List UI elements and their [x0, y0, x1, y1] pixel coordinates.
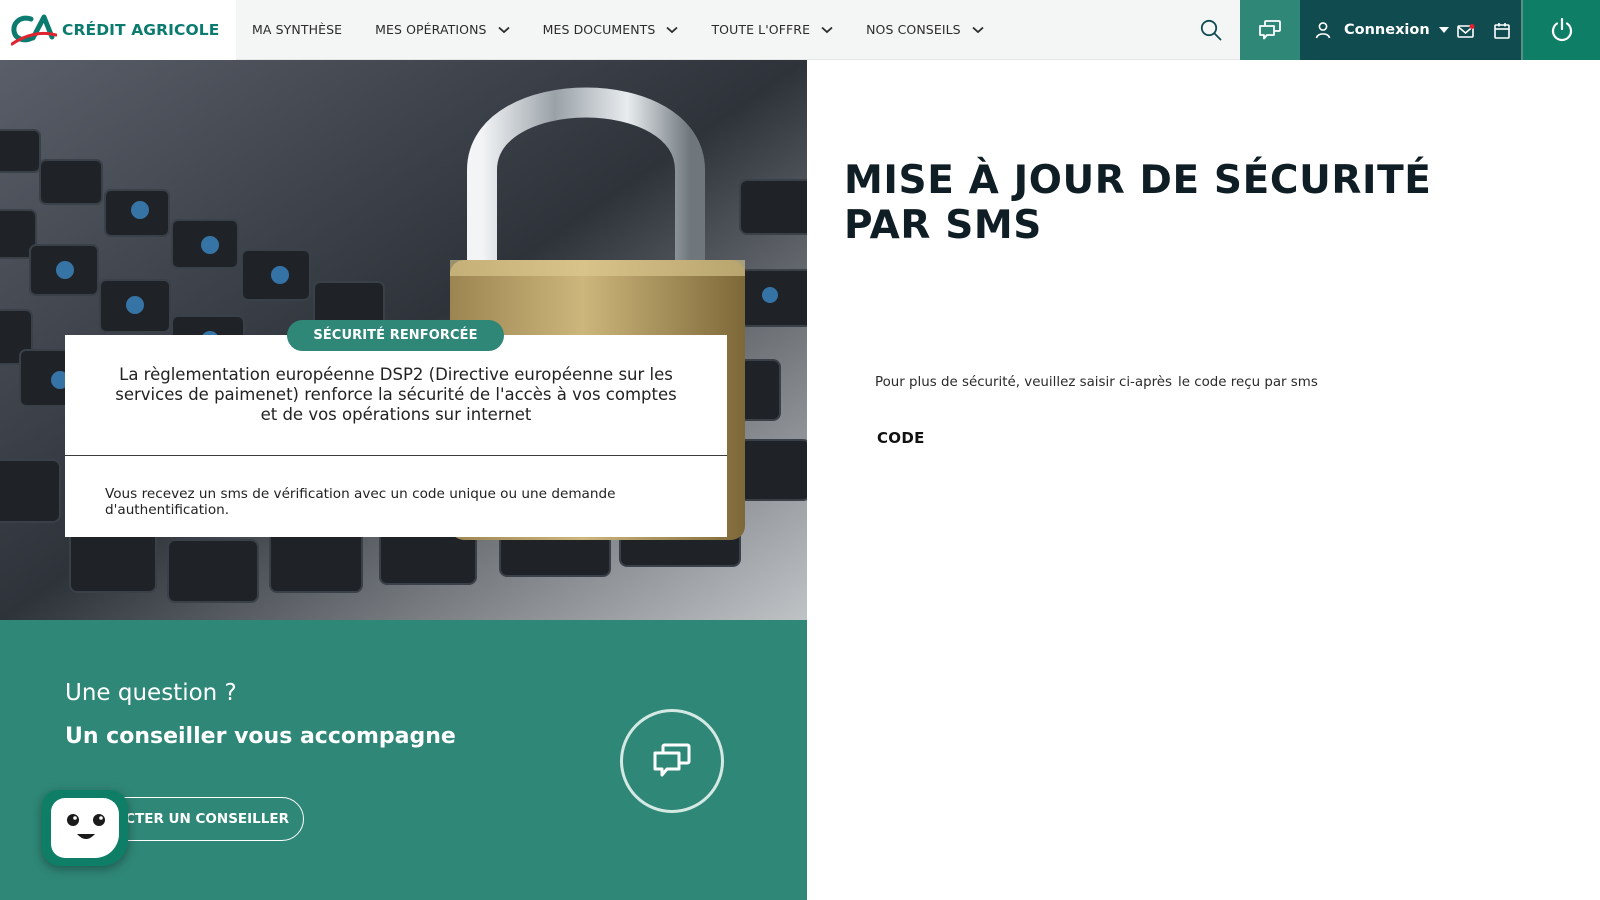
search-icon: [1200, 19, 1222, 41]
calendar-icon[interactable]: [1493, 22, 1510, 39]
brand-name: CRÉDIT AGRICOLE: [62, 21, 220, 39]
chatbot-face: [51, 798, 119, 858]
credit-agricole-logo-icon: [11, 14, 57, 46]
notification-dot: [1469, 24, 1475, 29]
nav-item-conseils[interactable]: NOS CONSEILS: [866, 22, 984, 37]
chevron-down-icon: [666, 26, 679, 33]
chat-icon: [1259, 20, 1281, 40]
chatbot-button[interactable]: [42, 790, 128, 866]
nav-item-label: TOUTE L'OFFRE: [711, 22, 811, 37]
login-button[interactable]: Connexion: [1344, 22, 1430, 38]
chat-icon: [653, 743, 691, 777]
nav-item-synthese[interactable]: MA SYNTHÈSE: [252, 22, 342, 37]
question-subtitle: Un conseiller vous accompagne: [65, 724, 456, 749]
question-title: Une question ?: [65, 680, 237, 706]
sms-instruction-part1: Pour plus de sécurité, veuillez saisir c…: [875, 375, 1173, 390]
account-area: Connexion: [1300, 0, 1521, 60]
info-card-divider: [65, 455, 727, 456]
chevron-down-icon: [821, 26, 833, 33]
advisor-chat-button[interactable]: [620, 709, 724, 813]
info-card-sub-text: Vous recevez un sms de vérification avec…: [105, 486, 616, 518]
mail-icon: [1456, 24, 1475, 38]
info-card-main-text: La règlementation européenne DSP2 (Direc…: [115, 365, 677, 424]
nav-item-label: MES DOCUMENTS: [542, 22, 656, 37]
nav-item-documents[interactable]: MES DOCUMENTS: [543, 22, 679, 37]
hero-image: La règlementation européenne DSP2 (Direc…: [0, 60, 807, 620]
chevron-down-icon: [497, 26, 510, 33]
nav-item-label: NOS CONSEILS: [866, 22, 961, 37]
code-label: CODE: [877, 429, 925, 447]
nav-item-operations[interactable]: MES OPÉRATIONS: [375, 22, 510, 37]
mail-button[interactable]: [1456, 23, 1475, 38]
nav-item-offre[interactable]: TOUTE L'OFFRE: [711, 22, 833, 37]
nav-item-label: MES OPÉRATIONS: [375, 22, 487, 37]
advisor-section: Une question ? Un conseiller vous accomp…: [0, 620, 807, 900]
top-header: CRÉDIT AGRICOLE MA SYNTHÈSE MES OPÉRATIO…: [0, 0, 1600, 60]
search-button[interactable]: [1182, 0, 1240, 60]
info-card: La règlementation européenne DSP2 (Direc…: [65, 335, 727, 537]
page-title: MISE À JOUR DE SÉCURITÉ PAR SMS: [844, 158, 1432, 248]
brand-logo[interactable]: CRÉDIT AGRICOLE: [0, 0, 236, 60]
power-icon: [1551, 17, 1572, 42]
main-nav: MA SYNTHÈSE MES OPÉRATIONS MES DOCUMENTS…: [236, 0, 1182, 59]
chevron-down-icon: [972, 26, 984, 33]
sms-instruction: Pour plus de sécurité, veuillez saisir c…: [875, 375, 1318, 390]
main-content: MISE À JOUR DE SÉCURITÉ PAR SMS Pour plu…: [807, 60, 1600, 900]
caret-down-icon[interactable]: [1438, 27, 1449, 33]
chatbot-face-icon: [67, 814, 105, 839]
logout-button[interactable]: [1523, 0, 1600, 60]
security-badge: SÉCURITÉ RENFORCÉE: [287, 320, 504, 351]
nav-item-label: MA SYNTHÈSE: [252, 22, 343, 37]
chat-button[interactable]: [1240, 0, 1300, 60]
sms-instruction-part2: le code reçu par sms: [1178, 375, 1318, 390]
user-icon: [1315, 22, 1331, 39]
